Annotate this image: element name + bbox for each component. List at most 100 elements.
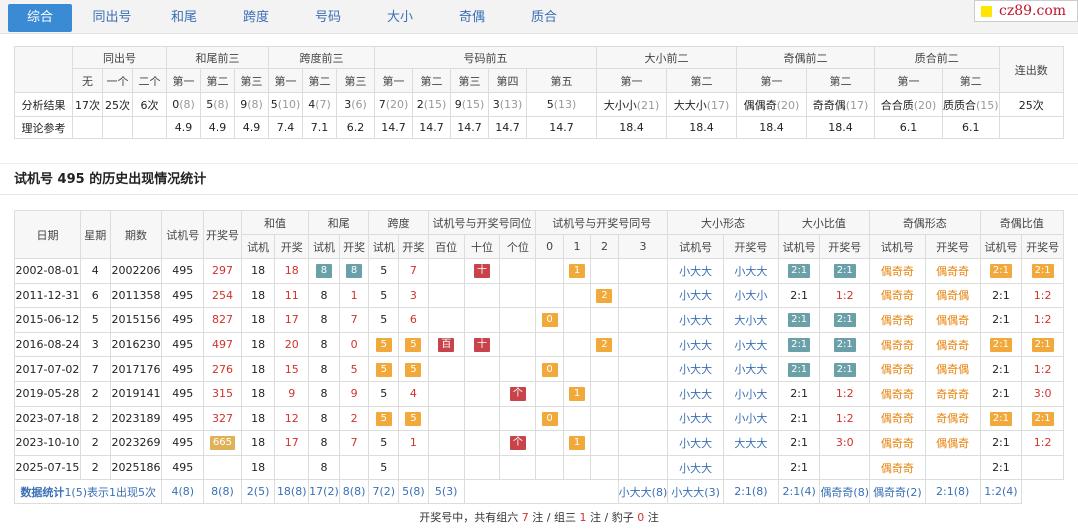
- cell-value: 2025186: [111, 461, 161, 475]
- hist-header: 试机号: [161, 210, 205, 259]
- summary-group-header: 奇偶前二: [736, 46, 875, 69]
- hist-sub-header: 试机号: [869, 234, 926, 259]
- hist-cell: 2017176: [109, 356, 163, 382]
- cell-value: 偶奇奇: [880, 313, 914, 327]
- cell-value: 5: [380, 264, 388, 278]
- tab-tongchuhao[interactable]: 同出号: [80, 4, 144, 32]
- stats-cell: 8(8): [338, 479, 370, 505]
- hist-cell: 小小大: [722, 380, 779, 407]
- hist-cell: [535, 282, 564, 309]
- hist-cell: [499, 356, 537, 382]
- hist-cell: [499, 454, 537, 481]
- hist-header: 奇偶比值: [979, 210, 1065, 235]
- cell-value: 18: [251, 288, 266, 302]
- cell-value: 偶偶奇: [936, 313, 970, 327]
- hist-cell: 2:1: [979, 380, 1023, 407]
- summary-theory-cell: 4.9: [200, 116, 235, 139]
- cell-value: 495: [172, 338, 194, 352]
- cell-value: 7: [350, 436, 358, 450]
- hist-cell: 297: [203, 258, 242, 284]
- highlight-badge: 1: [569, 264, 585, 279]
- tab-zhihe[interactable]: 质合: [512, 4, 576, 32]
- hist-cell: 偶奇奇: [869, 258, 926, 284]
- hist-cell: 2:1: [979, 331, 1023, 358]
- result-count: (13): [553, 98, 577, 111]
- tab-kuadu[interactable]: 跨度: [224, 4, 288, 32]
- hist-sub-header: 开奖号: [722, 234, 779, 259]
- summary-theory-cell: [72, 116, 103, 139]
- stats-cell: 2:1(4): [777, 479, 821, 505]
- cell-value: 偶奇奇: [880, 338, 914, 352]
- hist-cell: 18: [240, 307, 276, 333]
- hist-cell: [427, 258, 465, 284]
- hist-cell: [617, 380, 669, 407]
- summary-sub-header: 第五: [526, 68, 597, 93]
- summary-sub-header: 第三: [450, 68, 489, 93]
- tab-zonghe[interactable]: 综合: [8, 4, 72, 32]
- hist-cell: [617, 405, 669, 432]
- result-value: 大小小: [603, 98, 637, 112]
- hist-cell: 11: [274, 282, 310, 309]
- hist-cell: 小大大: [667, 258, 724, 284]
- tab-hewei[interactable]: 和尾: [152, 4, 216, 32]
- cell-value: 8: [320, 436, 328, 450]
- stats-value: 2:1(4): [782, 485, 816, 499]
- hist-cell: 18: [240, 454, 276, 481]
- tab-daxiao[interactable]: 大小: [368, 4, 432, 32]
- summary-sub-header: 第三: [234, 68, 269, 93]
- hist-cell: 5: [398, 405, 429, 432]
- highlight-badge: 2:1: [788, 362, 811, 377]
- hist-cell: 3:0: [1021, 380, 1064, 407]
- summary-sub-header: 一个: [102, 68, 133, 93]
- hist-cell: 495: [161, 258, 205, 284]
- hist-cell: 18: [240, 258, 276, 284]
- hist-sub-header: 0: [535, 234, 564, 259]
- cell-value: 495: [172, 411, 194, 425]
- hist-cell: 偶偶奇: [924, 430, 981, 456]
- cell-value: 5: [380, 436, 388, 450]
- hist-cell: 2016230: [109, 331, 163, 358]
- hist-sub-header: 个位: [499, 234, 537, 259]
- cell-value: 495: [172, 387, 194, 401]
- hist-cell: 小大大: [667, 405, 724, 432]
- hist-cell: [562, 454, 592, 481]
- cell-value: 2023269: [111, 436, 161, 450]
- summary-result-cell: 5(13): [526, 92, 597, 117]
- hist-cell: [499, 282, 537, 309]
- hist-header: 日期: [14, 210, 81, 259]
- hist-cell: 4: [398, 380, 429, 407]
- cell-value: 2016-08-24: [15, 338, 80, 352]
- hist-cell: 1:2: [819, 380, 871, 407]
- hist-cell: 2:1: [979, 405, 1023, 432]
- hist-cell: 2:1: [777, 454, 821, 481]
- hist-cell: 8: [308, 454, 340, 481]
- hist-cell: [463, 282, 501, 309]
- highlight-badge: 2:1: [833, 264, 856, 279]
- hist-cell: 2023-10-10: [14, 430, 81, 456]
- cell-value: 2016230: [111, 338, 161, 352]
- hist-cell: 2023189: [109, 405, 163, 432]
- summary-result-cell: 6次: [132, 92, 167, 117]
- hist-cell: 2:1: [979, 258, 1023, 284]
- summary-result-cell: 3(6): [336, 92, 375, 117]
- hist-cell: 495: [161, 331, 205, 358]
- stats-value: 小大大(8): [618, 485, 668, 499]
- hist-cell: 495: [161, 356, 205, 382]
- hist-cell: 0: [535, 405, 564, 432]
- cell-value: 3:0: [1033, 387, 1052, 401]
- cell-value: 9: [288, 387, 296, 401]
- tab-haoma[interactable]: 号码: [296, 4, 360, 32]
- hist-header: 和值: [240, 210, 310, 235]
- hist-cell: 2025-07-15: [14, 454, 81, 481]
- hist-sub-header: 试机: [240, 234, 276, 259]
- hist-cell: 小大大: [722, 356, 779, 382]
- cell-value: 偶奇奇: [936, 264, 970, 278]
- hist-cell: 2025186: [109, 454, 163, 481]
- cell-value: 2015156: [111, 313, 161, 327]
- result-value: 质质合: [943, 98, 976, 112]
- hist-cell: 3: [398, 282, 429, 309]
- tab-jiou[interactable]: 奇偶: [440, 4, 504, 32]
- site-logo[interactable]: cz89.com: [974, 0, 1078, 22]
- highlight-badge: 2:1: [788, 338, 811, 353]
- highlight-badge: 0: [541, 411, 558, 426]
